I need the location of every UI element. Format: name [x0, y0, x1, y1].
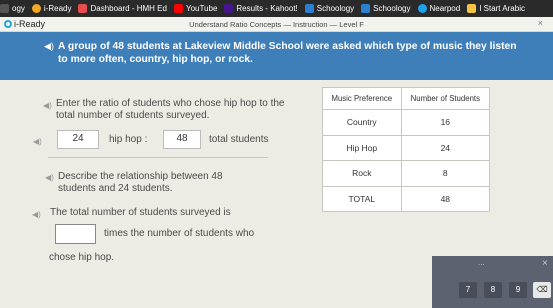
count-cell: 16: [400, 109, 491, 136]
prompt-text: A group of 48 students at Lakeview Middl…: [58, 41, 517, 65]
prompt-banner: ◀) A group of 48 students at Lakeview Mi…: [0, 32, 553, 80]
key-9[interactable]: 9: [509, 282, 527, 298]
bookmark-kahoot[interactable]: Results - Kahoot!: [224, 4, 298, 13]
bookmark-1[interactable]: ogy: [0, 4, 25, 13]
table-row: Hip Hop 24: [322, 134, 491, 162]
backspace-key[interactable]: ⌫: [533, 282, 551, 298]
music-cell: Hip Hop: [322, 134, 402, 162]
q3-line1: The total number of students surveyed is: [50, 207, 231, 218]
times-answer-input[interactable]: [55, 224, 96, 244]
bookmark-schoology-1[interactable]: Schoology: [304, 4, 354, 13]
table-row: Rock 8: [322, 160, 491, 187]
bookmark-arabic[interactable]: I Start Arabic: [467, 4, 525, 13]
q1-text: Enter the ratio of students who chose hi…: [56, 98, 285, 121]
ratio-separator: hip hop :: [109, 134, 148, 145]
iready-icon: [31, 4, 41, 13]
bookmark-iready[interactable]: i-Ready: [31, 4, 71, 13]
key-8[interactable]: 8: [484, 282, 502, 298]
speaker-icon[interactable]: ◀): [45, 173, 54, 182]
key-7[interactable]: 7: [459, 282, 477, 298]
column-header: Music Preference: [322, 86, 402, 111]
q3-line3: chose hip hop.: [49, 252, 115, 263]
speaker-icon[interactable]: ◀): [32, 210, 41, 219]
bookmark-icon: [0, 4, 9, 13]
table-row: Country 16: [322, 109, 491, 136]
keypad-close-button[interactable]: ×: [542, 258, 548, 269]
ratio-input-1[interactable]: 24: [57, 130, 99, 149]
count-cell: 24: [400, 134, 491, 162]
speaker-icon[interactable]: ◀): [44, 41, 54, 52]
column-header: Number of Students: [400, 86, 491, 111]
keypad-drag-handle[interactable]: ...: [478, 258, 485, 267]
bookmark-hmh[interactable]: Dashboard - HMH Ed: [78, 4, 167, 13]
speaker-icon[interactable]: ◀): [33, 137, 42, 146]
schoology-icon: [361, 4, 371, 13]
bookmarks-bar: ogy i-Ready Dashboard - HMH Ed YouTube R…: [0, 0, 553, 17]
divider: [48, 157, 268, 158]
bookmark-schoology-2[interactable]: Schoology: [361, 4, 411, 13]
bookmark-youtube[interactable]: YouTube: [173, 4, 217, 13]
music-cell: TOTAL: [322, 185, 402, 213]
q3-line2: times the number of students who: [104, 228, 255, 239]
q2-text: Describe the relationship between 48 stu…: [58, 171, 223, 194]
table-row: TOTAL 48: [322, 185, 491, 213]
music-preference-table: Music Preference Number of Students Coun…: [322, 86, 491, 213]
schoology-icon: [304, 4, 314, 13]
kahoot-icon: [224, 4, 234, 13]
bookmark-nearpod[interactable]: Nearpod: [417, 4, 460, 13]
music-cell: Rock: [322, 160, 402, 187]
ratio-input-2[interactable]: 48: [163, 130, 201, 149]
lesson-title: Understand Ratio Concepts — Instruction …: [189, 20, 364, 29]
hmh-icon: [78, 4, 88, 13]
arabic-icon: [467, 4, 477, 13]
ratio-suffix: total students: [209, 134, 269, 145]
table-header-row: Music Preference Number of Students: [322, 86, 491, 111]
count-cell: 8: [400, 160, 491, 187]
music-cell: Country: [322, 109, 402, 136]
speaker-icon[interactable]: ◀): [43, 101, 52, 110]
app-header: i-Ready Understand Ratio Concepts — Inst…: [0, 17, 553, 32]
nearpod-icon: [417, 4, 427, 13]
youtube-icon: [173, 4, 183, 13]
close-button[interactable]: ×: [538, 18, 543, 28]
count-cell: 48: [400, 185, 491, 213]
